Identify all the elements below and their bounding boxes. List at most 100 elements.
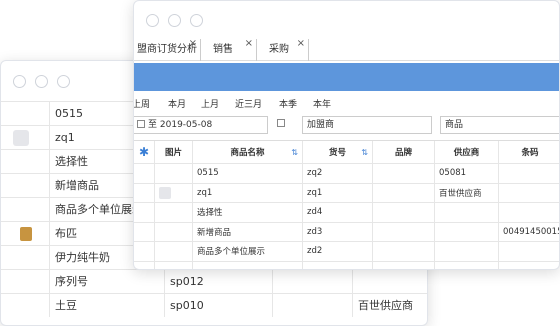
- supplier-cell: 05081: [434, 164, 498, 183]
- window-control-dot[interactable]: [35, 75, 48, 88]
- table-row[interactable]: [134, 261, 559, 270]
- image-placeholder-icon: [159, 186, 171, 199]
- period-last-month[interactable]: 上月: [201, 97, 219, 110]
- close-icon[interactable]: ×: [245, 33, 253, 54]
- column-header-brand: 品牌: [372, 141, 434, 163]
- sort-icon[interactable]: ⇅: [291, 148, 298, 157]
- analysis-table: ✱ 图片 商品名称 ⇅ 货号 ⇅ 品牌 供应商 条码 0515 zq2 05081 zq1…: [134, 140, 559, 270]
- franchisee-label: 加盟商: [307, 120, 335, 130]
- column-header-image: 图片: [154, 141, 192, 163]
- sku-cell: zd4: [302, 203, 372, 222]
- barcode-cell: [498, 164, 559, 183]
- close-icon[interactable]: ×: [297, 33, 305, 54]
- row-index-cell: [134, 223, 154, 242]
- product-name-cell: 土豆: [49, 294, 164, 317]
- column-header-label: 货号: [328, 148, 346, 158]
- sort-icon[interactable]: ⇅: [361, 148, 368, 157]
- window-control-dot[interactable]: [13, 75, 26, 88]
- franchisee-field[interactable]: 加盟商: [302, 116, 432, 134]
- period-quick-select: 上周 本月 上月 近三月 本季 本年: [134, 97, 559, 111]
- product-image-cell: [154, 183, 192, 202]
- column-header-barcode: 条码: [498, 141, 559, 163]
- row-index-cell: [134, 262, 154, 270]
- sku-cell: sp010: [164, 294, 272, 317]
- sku-cell: zd3: [302, 222, 372, 241]
- table-row[interactable]: 序列号 sp012: [1, 269, 427, 293]
- barcode-cell: [498, 242, 559, 261]
- window-control-dot[interactable]: [57, 75, 70, 88]
- product-name-cell: [192, 261, 302, 269]
- tab-franchisee-order-analysis[interactable]: 盟商订货分析 ×: [134, 38, 201, 61]
- row-index-cell: [134, 242, 154, 261]
- table-row[interactable]: 0515 zq2 05081: [134, 164, 559, 184]
- date-range-field[interactable]: 至 2019-05-08: [134, 116, 268, 134]
- supplier-cell: 百世供应商: [352, 294, 427, 317]
- product-image-cell: [154, 261, 192, 269]
- product-image-cell: [1, 126, 49, 149]
- brand-cell: [372, 242, 434, 261]
- product-name-cell: 序列号: [49, 270, 164, 293]
- product-name-cell: zq1: [192, 183, 302, 202]
- brand-cell: [372, 164, 434, 183]
- sku-cell: [302, 261, 372, 269]
- calendar-icon[interactable]: [277, 116, 289, 134]
- table-row[interactable]: 土豆 sp010 百世供应商: [1, 293, 427, 317]
- column-header-label: 商品名称: [230, 148, 265, 158]
- product-image-cell: [154, 242, 192, 261]
- tab-sales[interactable]: 销售 ×: [201, 38, 257, 61]
- row-index-cell: [134, 184, 154, 203]
- close-icon[interactable]: ×: [189, 33, 197, 54]
- franchisee-order-analysis-window: 盟商订货分析 × 销售 × 采购 × 上周 本月 上月 近三月 本季 本年 至 …: [133, 0, 560, 270]
- product-image-cell: [154, 222, 192, 241]
- product-image-cell: [1, 174, 49, 197]
- gear-icon[interactable]: ✱: [139, 145, 149, 159]
- window-titlebar: [134, 1, 559, 39]
- barcode-cell: [498, 261, 559, 269]
- column-header-sku[interactable]: 货号 ⇅: [302, 141, 372, 163]
- filter-bar: 至 2019-05-08 加盟商 商品: [134, 116, 559, 134]
- column-header-product-name[interactable]: 商品名称 ⇅: [192, 141, 302, 163]
- table-row[interactable]: 商品多个单位展示 zd2: [134, 242, 559, 262]
- window-control-dot[interactable]: [168, 14, 181, 27]
- window-control-dot[interactable]: [190, 14, 203, 27]
- period-last-three-months[interactable]: 近三月: [235, 97, 262, 110]
- date-range-separator: 至: [148, 120, 158, 130]
- sku-cell: sp012: [164, 270, 272, 293]
- period-this-month[interactable]: 本月: [168, 97, 186, 110]
- tab-label: 销售: [213, 44, 233, 55]
- product-image-cell: [1, 102, 49, 125]
- brand-cell: [372, 183, 434, 202]
- column-settings[interactable]: ✱: [134, 141, 154, 163]
- sku-cell: zq1: [302, 183, 372, 202]
- barcode-cell: [498, 183, 559, 202]
- product-label: 商品: [445, 120, 464, 130]
- period-this-year[interactable]: 本年: [313, 97, 331, 110]
- product-image-cell: [1, 246, 49, 269]
- window-control-dot[interactable]: [146, 14, 159, 27]
- calendar-icon: [137, 120, 145, 128]
- tab-bar: 盟商订货分析 × 销售 × 采购 ×: [134, 38, 559, 61]
- image-placeholder-icon: [13, 130, 29, 146]
- product-thumbnail: [20, 227, 32, 241]
- end-date-value: 2019-05-08: [159, 120, 213, 130]
- supplier-cell: [434, 261, 498, 269]
- period-last-week[interactable]: 上周: [134, 97, 150, 110]
- supplier-cell: [434, 242, 498, 261]
- table-row[interactable]: 选择性 zd4: [134, 203, 559, 223]
- barcode-cell: 00491450015: [498, 222, 559, 241]
- sku-cell: zd2: [302, 242, 372, 261]
- product-name-cell: 新增商品: [192, 222, 302, 241]
- table-row[interactable]: zq1 zq1 百世供应商: [134, 183, 559, 203]
- product-field[interactable]: 商品: [440, 116, 559, 134]
- supplier-cell: [352, 270, 427, 293]
- table-row[interactable]: 新增商品 zd3 00491450015: [134, 222, 559, 242]
- product-name-cell: 选择性: [192, 203, 302, 222]
- column-header-supplier: 供应商: [434, 141, 498, 163]
- toolbar-banner: [134, 63, 559, 91]
- supplier-cell: 百世供应商: [434, 183, 498, 202]
- supplier-cell: [434, 203, 498, 222]
- tab-purchase[interactable]: 采购 ×: [257, 38, 309, 61]
- period-this-quarter[interactable]: 本季: [279, 97, 297, 110]
- product-name-cell: 0515: [192, 164, 302, 183]
- product-image-cell: [1, 294, 49, 317]
